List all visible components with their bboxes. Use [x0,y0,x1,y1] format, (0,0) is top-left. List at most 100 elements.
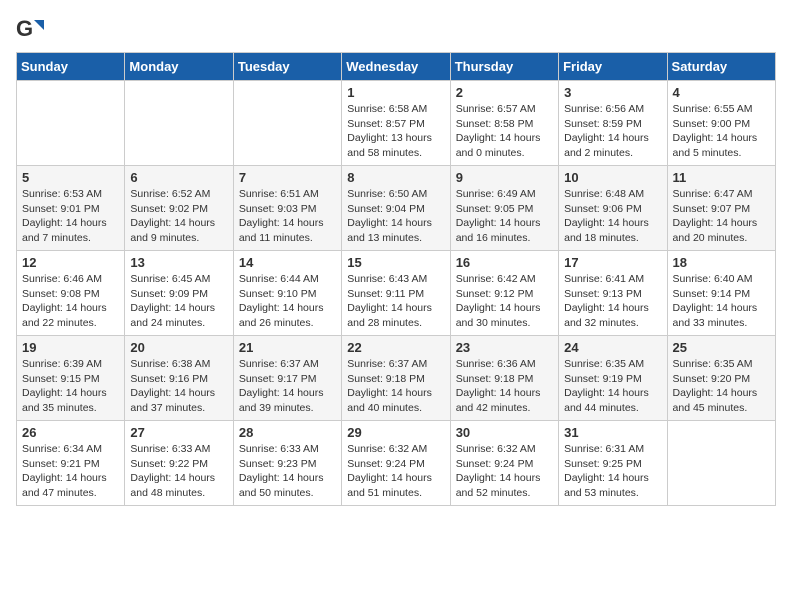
calendar-week-3: 12 Sunrise: 6:46 AMSunset: 9:08 PMDayligh… [17,251,776,336]
day-number: 10 [564,170,661,185]
page-header: G [16,16,776,44]
day-number: 17 [564,255,661,270]
day-number: 20 [130,340,227,355]
calendar-cell: 4 Sunrise: 6:55 AMSunset: 9:00 PMDaylight… [667,81,775,166]
calendar-cell: 7 Sunrise: 6:51 AMSunset: 9:03 PMDaylight… [233,166,341,251]
cell-info: Sunrise: 6:32 AMSunset: 9:24 PMDaylight:… [456,442,553,501]
cell-info: Sunrise: 6:56 AMSunset: 8:59 PMDaylight:… [564,102,661,161]
cell-info: Sunrise: 6:58 AMSunset: 8:57 PMDaylight:… [347,102,444,161]
cell-info: Sunrise: 6:45 AMSunset: 9:09 PMDaylight:… [130,272,227,331]
svg-text:G: G [16,16,33,41]
day-number: 16 [456,255,553,270]
calendar-cell [125,81,233,166]
cell-info: Sunrise: 6:43 AMSunset: 9:11 PMDaylight:… [347,272,444,331]
calendar-cell: 27Sunrise: 6:33 AMSunset: 9:22 PMDayligh… [125,421,233,506]
day-number: 13 [130,255,227,270]
calendar-cell: 13 Sunrise: 6:45 AMSunset: 9:09 PMDayligh… [125,251,233,336]
calendar-cell: 28 Sunrise: 6:33 AMSunset: 9:23 PMDayligh… [233,421,341,506]
day-number: 3 [564,85,661,100]
calendar-cell [667,421,775,506]
day-number: 6 [130,170,227,185]
day-header-saturday: Saturday [667,53,775,81]
logo: G [16,16,48,44]
calendar-cell: 23Sunrise: 6:36 AMSunset: 9:18 PMDayligh… [450,336,558,421]
calendar-week-4: 19 Sunrise: 6:39 AMSunset: 9:15 PMDayligh… [17,336,776,421]
day-number: 8 [347,170,444,185]
calendar-cell: 31 Sunrise: 6:31 AMSunset: 9:25 PMDayligh… [559,421,667,506]
cell-info: Sunrise: 6:52 AMSunset: 9:02 PMDaylight:… [130,187,227,246]
calendar-cell: 18 Sunrise: 6:40 AMSunset: 9:14 PMDayligh… [667,251,775,336]
cell-info: Sunrise: 6:31 AMSunset: 9:25 PMDaylight:… [564,442,661,501]
cell-info: Sunrise: 6:46 AMSunset: 9:08 PMDaylight:… [22,272,119,331]
day-number: 22 [347,340,444,355]
calendar-cell: 26 Sunrise: 6:34 AMSunset: 9:21 PMDayligh… [17,421,125,506]
day-header-sunday: Sunday [17,53,125,81]
cell-info: Sunrise: 6:37 AMSunset: 9:17 PMDaylight:… [239,357,336,416]
calendar-cell: 19 Sunrise: 6:39 AMSunset: 9:15 PMDayligh… [17,336,125,421]
calendar-cell: 15 Sunrise: 6:43 AMSunset: 9:11 PMDayligh… [342,251,450,336]
cell-info: Sunrise: 6:34 AMSunset: 9:21 PMDaylight:… [22,442,119,501]
calendar-cell: 16 Sunrise: 6:42 AMSunset: 9:12 PMDayligh… [450,251,558,336]
day-number: 15 [347,255,444,270]
header-row: SundayMondayTuesdayWednesdayThursdayFrid… [17,53,776,81]
day-number: 18 [673,255,770,270]
cell-info: Sunrise: 6:39 AMSunset: 9:15 PMDaylight:… [22,357,119,416]
calendar-cell: 17 Sunrise: 6:41 AMSunset: 9:13 PMDayligh… [559,251,667,336]
calendar-cell [17,81,125,166]
calendar-cell: 11 Sunrise: 6:47 AMSunset: 9:07 PMDayligh… [667,166,775,251]
day-header-wednesday: Wednesday [342,53,450,81]
calendar-cell: 12 Sunrise: 6:46 AMSunset: 9:08 PMDayligh… [17,251,125,336]
day-header-friday: Friday [559,53,667,81]
cell-info: Sunrise: 6:51 AMSunset: 9:03 PMDaylight:… [239,187,336,246]
day-header-tuesday: Tuesday [233,53,341,81]
day-number: 9 [456,170,553,185]
cell-info: Sunrise: 6:35 AMSunset: 9:20 PMDaylight:… [673,357,770,416]
day-number: 24 [564,340,661,355]
calendar-cell: 3 Sunrise: 6:56 AMSunset: 8:59 PMDaylight… [559,81,667,166]
day-number: 11 [673,170,770,185]
calendar-cell: 9 Sunrise: 6:49 AMSunset: 9:05 PMDaylight… [450,166,558,251]
calendar-cell: 5Sunrise: 6:53 AMSunset: 9:01 PMDaylight… [17,166,125,251]
day-number: 19 [22,340,119,355]
cell-info: Sunrise: 6:42 AMSunset: 9:12 PMDaylight:… [456,272,553,331]
calendar-cell: 22 Sunrise: 6:37 AMSunset: 9:18 PMDayligh… [342,336,450,421]
cell-info: Sunrise: 6:55 AMSunset: 9:00 PMDaylight:… [673,102,770,161]
cell-info: Sunrise: 6:50 AMSunset: 9:04 PMDaylight:… [347,187,444,246]
cell-info: Sunrise: 6:44 AMSunset: 9:10 PMDaylight:… [239,272,336,331]
logo-icon: G [16,16,44,44]
cell-info: Sunrise: 6:41 AMSunset: 9:13 PMDaylight:… [564,272,661,331]
calendar-cell: 20 Sunrise: 6:38 AMSunset: 9:16 PMDayligh… [125,336,233,421]
day-number: 1 [347,85,444,100]
calendar-week-5: 26 Sunrise: 6:34 AMSunset: 9:21 PMDayligh… [17,421,776,506]
cell-info: Sunrise: 6:40 AMSunset: 9:14 PMDaylight:… [673,272,770,331]
day-number: 4 [673,85,770,100]
day-number: 31 [564,425,661,440]
calendar-cell: 6 Sunrise: 6:52 AMSunset: 9:02 PMDaylight… [125,166,233,251]
day-number: 29 [347,425,444,440]
calendar-cell: 30Sunrise: 6:32 AMSunset: 9:24 PMDayligh… [450,421,558,506]
calendar-week-1: 1 Sunrise: 6:58 AMSunset: 8:57 PMDaylight… [17,81,776,166]
cell-info: Sunrise: 6:38 AMSunset: 9:16 PMDaylight:… [130,357,227,416]
cell-info: Sunrise: 6:32 AMSunset: 9:24 PMDaylight:… [347,442,444,501]
calendar-cell: 25Sunrise: 6:35 AMSunset: 9:20 PMDayligh… [667,336,775,421]
day-header-thursday: Thursday [450,53,558,81]
cell-info: Sunrise: 6:48 AMSunset: 9:06 PMDaylight:… [564,187,661,246]
cell-info: Sunrise: 6:49 AMSunset: 9:05 PMDaylight:… [456,187,553,246]
calendar-cell: 29 Sunrise: 6:32 AMSunset: 9:24 PMDayligh… [342,421,450,506]
day-number: 21 [239,340,336,355]
cell-info: Sunrise: 6:37 AMSunset: 9:18 PMDaylight:… [347,357,444,416]
calendar-cell: 14Sunrise: 6:44 AMSunset: 9:10 PMDayligh… [233,251,341,336]
calendar-cell: 21 Sunrise: 6:37 AMSunset: 9:17 PMDayligh… [233,336,341,421]
cell-info: Sunrise: 6:47 AMSunset: 9:07 PMDaylight:… [673,187,770,246]
day-number: 12 [22,255,119,270]
calendar-table: SundayMondayTuesdayWednesdayThursdayFrid… [16,52,776,506]
day-number: 26 [22,425,119,440]
cell-info: Sunrise: 6:35 AMSunset: 9:19 PMDaylight:… [564,357,661,416]
cell-info: Sunrise: 6:53 AMSunset: 9:01 PMDaylight:… [22,187,119,246]
day-number: 2 [456,85,553,100]
day-number: 7 [239,170,336,185]
cell-info: Sunrise: 6:33 AMSunset: 9:23 PMDaylight:… [239,442,336,501]
calendar-cell: 8 Sunrise: 6:50 AMSunset: 9:04 PMDaylight… [342,166,450,251]
day-number: 28 [239,425,336,440]
day-number: 23 [456,340,553,355]
